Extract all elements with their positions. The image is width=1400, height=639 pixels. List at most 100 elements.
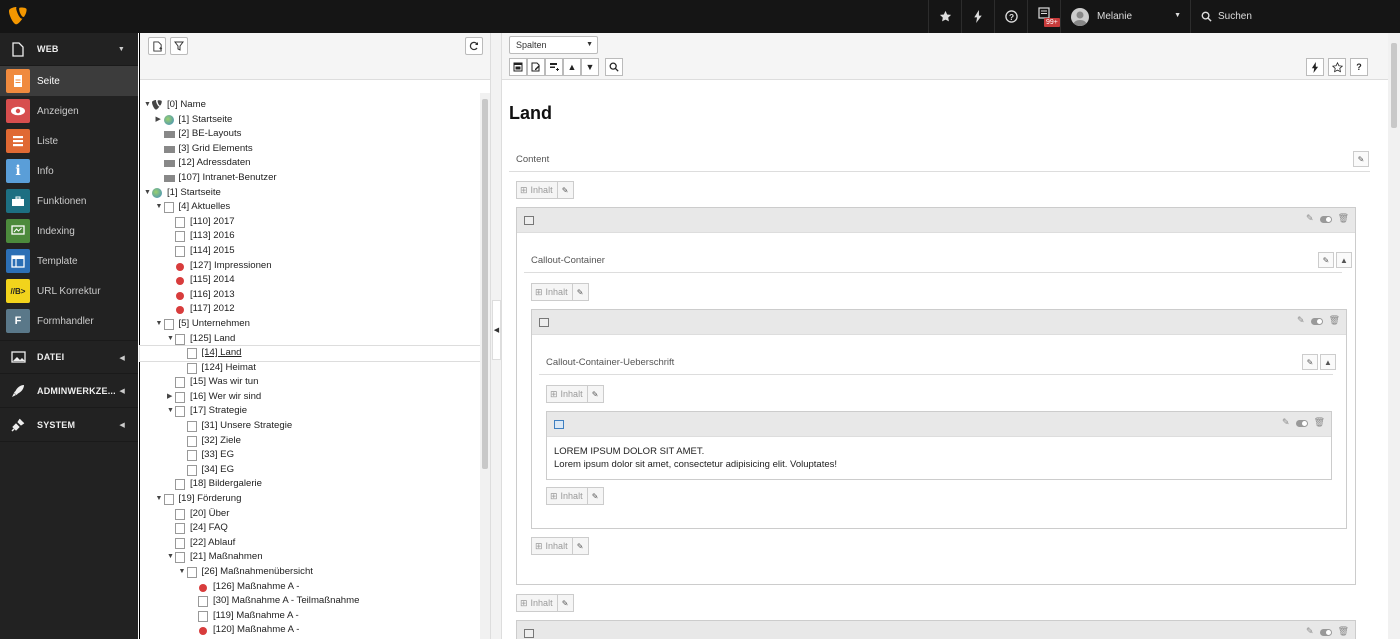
tree-splitter[interactable]: ◀ [490, 33, 502, 639]
tree-node[interactable]: ▼ [5] Unternehmen [140, 317, 490, 332]
page-icon[interactable] [175, 508, 185, 520]
page-icon[interactable] [175, 406, 185, 418]
new-content-button[interactable] [545, 58, 563, 76]
tree-node[interactable]: [12] Adressdaten [140, 156, 490, 171]
edit-page-button[interactable] [527, 58, 545, 76]
user-menu[interactable]: Melanie ▼ [1060, 0, 1190, 33]
edit-icon[interactable]: ✎ [1306, 213, 1314, 224]
page-icon[interactable] [198, 610, 208, 622]
page-icon[interactable] [198, 596, 208, 608]
content-scrollbar[interactable] [1388, 33, 1400, 639]
tree-node[interactable]: ▼ [26] Maßnahmenübersicht [140, 565, 490, 580]
trash-icon[interactable]: 🗑 [1314, 417, 1325, 428]
collapse-toggle-icon[interactable]: ▼ [167, 332, 175, 347]
tree-node[interactable]: ▶ [16] Wer wir sind [140, 390, 490, 405]
restricted-page-icon[interactable] [176, 277, 184, 286]
tree-node[interactable]: [20] Über [140, 507, 490, 522]
toggle-visibility-icon[interactable] [1310, 318, 1323, 325]
collapse-toggle-icon[interactable]: ▼ [179, 565, 187, 580]
edit-icon[interactable]: ✎ [1282, 417, 1290, 428]
toggle-visibility-icon[interactable] [1319, 216, 1332, 223]
tree-node[interactable]: [113] 2016 [140, 229, 490, 244]
page-icon[interactable] [175, 245, 185, 257]
tree-node[interactable]: [107] Intranet-Benutzer [140, 171, 490, 186]
bookmark-star-icon[interactable] [928, 0, 961, 33]
paste-icon[interactable]: ✎ [556, 182, 573, 198]
view-search-button[interactable] [605, 58, 623, 76]
add-content-button[interactable]: ⊞ Inhalt ✎ [531, 283, 589, 301]
help-icon[interactable]: ? [1350, 58, 1368, 76]
module-item-info[interactable]: i Info [0, 156, 138, 186]
collapse-container-button[interactable]: ▲ [1320, 354, 1336, 370]
page-icon[interactable] [175, 391, 185, 403]
refresh-tree-button[interactable] [465, 37, 483, 55]
tree-node[interactable]: [117] 2012 [140, 302, 490, 317]
tree-node[interactable]: [119] Maßnahme A - [140, 609, 490, 624]
restricted-page-icon[interactable] [176, 291, 184, 300]
tree-node[interactable]: [30] Maßnahme A - Teilmaßnahme [140, 594, 490, 609]
module-group-system[interactable]: SYSTEM ◀ [0, 408, 138, 442]
content-scrollbar-thumb[interactable] [1391, 43, 1397, 128]
tree-node[interactable]: ▼ [1] Startseite [140, 186, 490, 201]
tree-node[interactable]: [3] Grid Elements [140, 142, 490, 157]
paste-icon[interactable]: ✎ [556, 595, 573, 611]
trash-icon[interactable]: 🗑 [1338, 213, 1349, 224]
collapse-container-button[interactable]: ▲ [1336, 252, 1352, 268]
tree-node[interactable]: ▼ [125] Land [140, 332, 490, 347]
tree-node[interactable]: [127] Impressionen [140, 259, 490, 274]
tree-node[interactable]: [116] 2013 [140, 288, 490, 303]
expand-toggle-icon[interactable]: ▶ [156, 113, 164, 128]
page-icon[interactable] [163, 318, 174, 330]
folder-icon[interactable] [163, 145, 175, 153]
globe-icon[interactable] [163, 114, 174, 125]
view-mode-select[interactable]: Spalten ▼ [509, 36, 598, 54]
page-icon[interactable] [175, 377, 185, 389]
globe-icon[interactable] [152, 187, 162, 198]
folder-icon[interactable] [163, 174, 175, 182]
tree-node[interactable]: [126] Maßnahme A - [140, 580, 490, 595]
tree-node[interactable]: ▼ [17] Strategie [140, 404, 490, 419]
trash-icon[interactable]: 🗑 [1329, 315, 1340, 326]
tree-node[interactable]: [31] Unsere Strategie [140, 419, 490, 434]
toggle-visibility-icon[interactable] [1295, 420, 1308, 427]
page-icon[interactable] [186, 567, 197, 578]
page-icon[interactable] [175, 552, 185, 564]
edit-column-button[interactable]: ✎ [1353, 151, 1369, 167]
typo3-root-icon[interactable] [152, 99, 162, 111]
typo3-logo-icon[interactable] [9, 7, 27, 25]
collapse-toggle-icon[interactable]: ▼ [144, 98, 152, 113]
module-item-seite[interactable]: Seite [0, 66, 138, 96]
tree-node[interactable]: ▼ [0] Name [140, 98, 490, 113]
tree-node[interactable]: ▼ [21] Maßnahmen [140, 550, 490, 565]
module-item-template[interactable]: Template [0, 246, 138, 276]
tree-node[interactable]: [33] EG [140, 448, 490, 463]
add-content-button[interactable]: ⊞ Inhalt ✎ [516, 181, 574, 199]
page-icon[interactable] [175, 216, 185, 228]
edit-icon[interactable]: ✎ [1297, 315, 1305, 326]
page-icon[interactable] [163, 202, 174, 214]
paste-icon[interactable]: ✎ [571, 538, 588, 554]
tree-node[interactable]: [124] Heimat [140, 361, 490, 376]
collapse-toggle-icon[interactable]: ▼ [156, 317, 164, 332]
page-icon[interactable] [186, 450, 197, 462]
tree-node[interactable]: [2] BE-Layouts [140, 127, 490, 142]
text-element-body[interactable]: LOREM IPSUM DOLOR SIT AMET. Lorem ipsum … [554, 445, 837, 471]
move-up-button[interactable]: ▲ [563, 58, 581, 76]
module-group-datei[interactable]: DATEI ◀ [0, 340, 138, 374]
module-item-formhandler[interactable]: F Formhandler [0, 306, 138, 336]
tree-node[interactable]: [32] Ziele [140, 434, 490, 449]
move-down-button[interactable]: ▼ [581, 58, 599, 76]
page-icon[interactable] [186, 362, 197, 374]
collapse-tree-button[interactable]: ◀ [492, 300, 501, 360]
tree-node[interactable]: ▼ [19] Förderung [140, 492, 490, 507]
clear-cache-button[interactable] [1306, 58, 1324, 76]
add-content-button[interactable]: ⊞ Inhalt ✎ [546, 385, 604, 403]
module-group-web[interactable]: WEB ▼ [0, 33, 138, 66]
page-icon[interactable] [186, 435, 197, 447]
edit-column-button[interactable]: ✎ [1302, 354, 1318, 370]
tree-node[interactable]: [15] Was wir tun [140, 375, 490, 390]
tree-node[interactable]: [120] Maßnahme A - [140, 623, 490, 638]
tree-scrollbar[interactable] [480, 93, 490, 639]
page-icon[interactable] [163, 494, 174, 506]
toggle-visibility-icon[interactable] [1319, 629, 1332, 636]
